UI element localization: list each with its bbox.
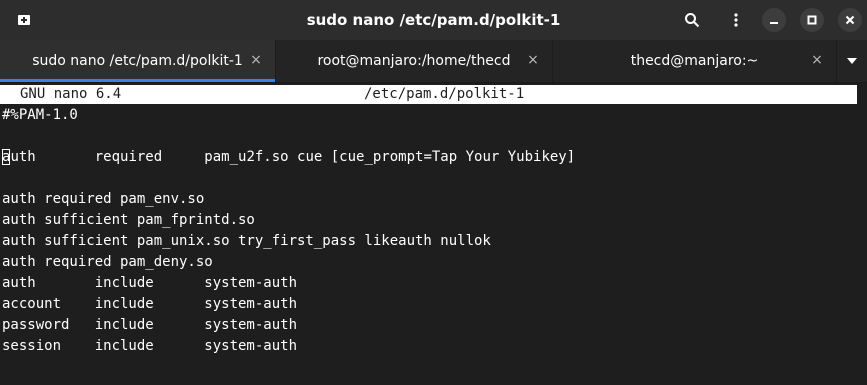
nano-filename: /etc/pam.d/polkit-1	[364, 86, 525, 102]
file-line: auth required pam_deny.so	[2, 254, 213, 270]
tab-close-icon[interactable]: ×	[249, 53, 263, 67]
tab-bar: sudo nano /etc/pam.d/polkit-1 × root@man…	[0, 40, 867, 83]
close-icon[interactable]	[838, 8, 862, 32]
tab-sudo-nano[interactable]: sudo nano /etc/pam.d/polkit-1 ×	[0, 40, 276, 82]
file-line-cursor: auth required pam_u2f.so cue [cue_prompt…	[2, 147, 575, 167]
terminal-view[interactable]: GNU nano 6.4 /etc/pam.d/polkit-1 #%PAM-1…	[0, 83, 867, 385]
tab-menu-chevron-down-icon[interactable]	[837, 40, 867, 82]
menu-icon[interactable]	[722, 6, 750, 34]
tab-close-icon[interactable]: ×	[810, 53, 824, 67]
file-line: password include system-auth	[2, 317, 298, 333]
file-line: auth required pam_env.so	[2, 191, 205, 207]
tab-root-manjaro[interactable]: root@manjaro:/home/thecd ×	[276, 40, 553, 82]
nano-title-bar: GNU nano 6.4 /etc/pam.d/polkit-1	[0, 85, 857, 104]
search-icon[interactable]	[678, 6, 706, 34]
tab-label: root@manjaro:/home/thecd	[317, 53, 511, 69]
tab-thecd-manjaro[interactable]: thecd@manjaro:~ ×	[553, 40, 837, 82]
window-title: sudo nano /etc/pam.d/polkit-1	[306, 11, 561, 29]
title-bar: sudo nano /etc/pam.d/polkit-1	[0, 0, 867, 40]
file-line: account include system-auth	[2, 296, 298, 312]
file-line: auth sufficient pam_unix.so try_first_pa…	[2, 233, 491, 249]
new-tab-icon[interactable]	[10, 6, 38, 34]
file-line: #%PAM-1.0	[2, 107, 78, 123]
file-line: auth include system-auth	[2, 275, 298, 291]
tab-close-icon[interactable]: ×	[526, 53, 540, 67]
tab-label: sudo nano /etc/pam.d/polkit-1	[32, 53, 243, 69]
file-line: auth sufficient pam_fprintd.so	[2, 212, 255, 228]
tab-label: thecd@manjaro:~	[630, 53, 759, 69]
maximize-icon[interactable]	[800, 8, 824, 32]
nano-version: GNU nano 6.4	[20, 86, 122, 102]
file-line: session include system-auth	[2, 338, 298, 354]
minimize-icon[interactable]	[762, 8, 786, 32]
file-line-rest: uth required pam_u2f.so cue [cue_prompt=…	[10, 149, 576, 165]
